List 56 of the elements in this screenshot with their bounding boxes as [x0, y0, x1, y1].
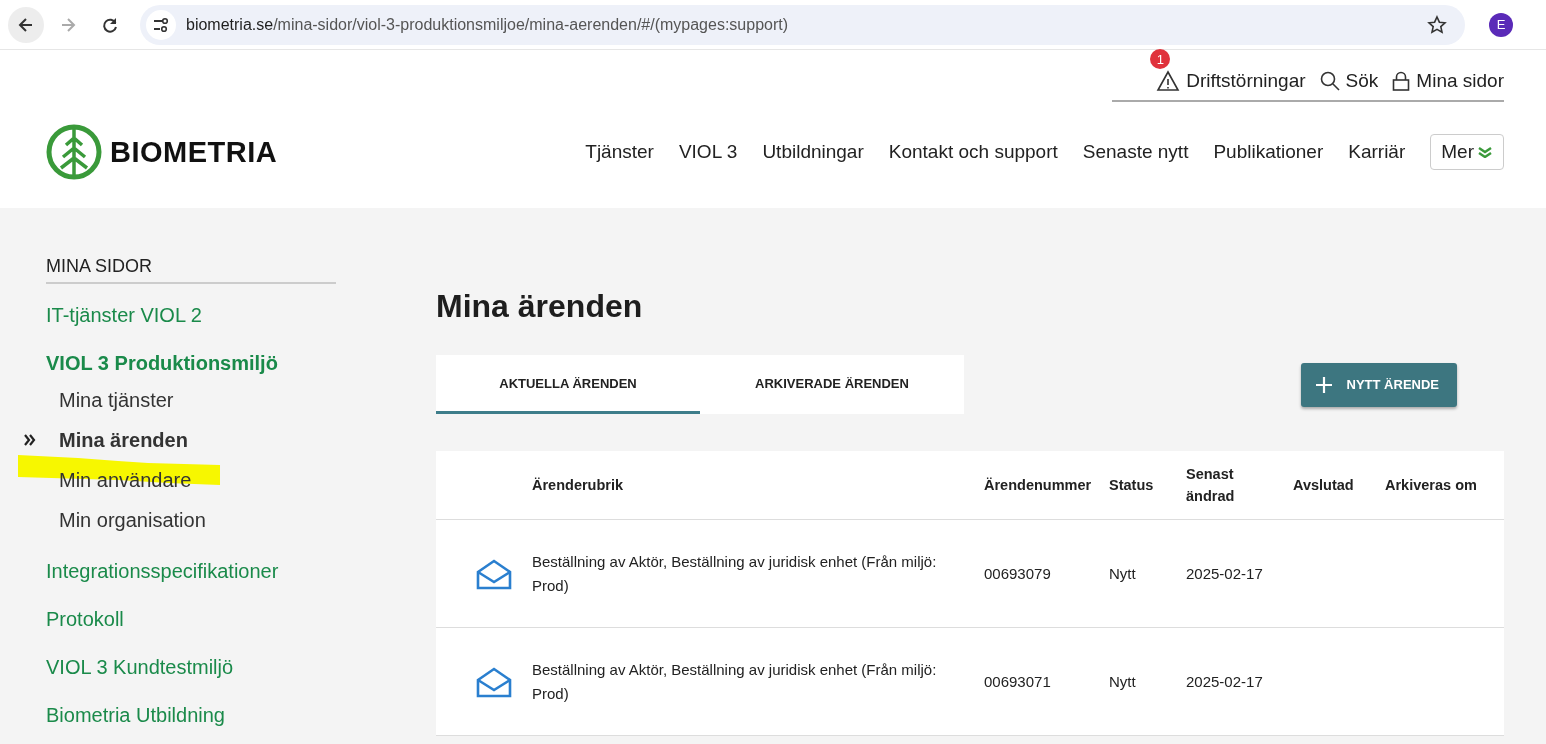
logo-wordmark[interactable]: BIOMETRIA	[110, 135, 278, 169]
back-button[interactable]	[8, 6, 44, 43]
table-cell-text: 2025-02-17	[1186, 563, 1264, 584]
table-cell-text: Nytt	[1109, 563, 1137, 584]
sidebar-link[interactable]: Biometria Utbildning	[46, 698, 336, 732]
table-cell-text: Nytt	[1109, 671, 1137, 692]
top-link[interactable]: Driftstörningar	[1156, 70, 1306, 92]
sidebar-link[interactable]: VIOL 3 Kundtestmiljö	[46, 650, 336, 684]
lock-icon	[1392, 71, 1411, 91]
column-header: Status	[1109, 476, 1155, 495]
warning-icon	[1156, 70, 1181, 92]
sidebar-subitem[interactable]: Mina tjänster	[59, 388, 174, 412]
profile-avatar[interactable]: E	[1489, 12, 1513, 37]
column-header: Ärendenummer	[984, 476, 1093, 495]
page-title: Mina ärenden	[436, 288, 644, 325]
site-settings-icon[interactable]	[146, 9, 176, 40]
nav-link[interactable]: Senaste nytt	[1082, 141, 1189, 163]
envelope-icon	[476, 665, 512, 698]
column-header: Ärenderubrik	[532, 476, 625, 495]
more-button[interactable]: Mer	[1430, 134, 1504, 170]
tree-logo-icon	[46, 124, 102, 180]
sidebar-subitem[interactable]: Mina ärenden	[59, 428, 188, 452]
new-case-button[interactable]: NYTT ÄRENDE	[1300, 362, 1457, 407]
column-header: Avslutad	[1293, 476, 1355, 495]
top-link[interactable]: Sök	[1319, 70, 1379, 92]
nav-link[interactable]: Kontakt och support	[888, 141, 1058, 163]
search-icon	[1319, 71, 1340, 91]
plus-icon	[1314, 375, 1333, 394]
double-chevron-icon	[1477, 146, 1493, 158]
table-cell-text: 2025-02-17	[1186, 671, 1264, 692]
notification-badge: 1	[1150, 49, 1171, 69]
sidebar-link[interactable]: IT-tjänster VIOL 2	[46, 298, 336, 332]
double-chevron-icon	[24, 433, 36, 447]
table-cell-text: Beställning av Aktör, Beställning av juridisk enhet (Från miljö: Prod)	[532, 551, 938, 596]
column-header: Arkiveras om	[1385, 476, 1478, 495]
sidebar-subitem[interactable]: Min organisation	[59, 508, 206, 532]
table-cell-text: Beställning av Aktör, Beställning av juridisk enhet (Från miljö: Prod)	[532, 659, 938, 704]
address-bar[interactable]: biometria.se/mina-sidor/viol-3-produktionsmiljoe/mina-aerenden/#/(mypages:support)	[140, 4, 1465, 45]
nav-link[interactable]: VIOL 3	[678, 141, 738, 163]
table-cell-text: 00693079	[984, 563, 1052, 584]
forward-arrow-icon	[61, 17, 76, 32]
sidebar-link[interactable]: Protokoll	[46, 602, 336, 636]
sidebar-link[interactable]: Integrationsspecifikationer	[46, 554, 336, 588]
table-cell-text: 00693071	[984, 671, 1052, 692]
sidebar-heading: MINA SIDOR	[46, 256, 336, 284]
column-header: Senast ändrad	[1186, 465, 1236, 506]
url-text: biometria.se/mina-sidor/viol-3-produktionsmiljoe/mina-aerenden/#/(mypages:support)	[186, 15, 790, 34]
sidebar-link[interactable]: VIOL 3 Produktionsmiljö	[46, 346, 336, 380]
top-link[interactable]: Mina sidor	[1392, 70, 1504, 92]
envelope-icon	[476, 557, 512, 590]
nav-link[interactable]: Utbildningar	[762, 141, 864, 163]
nav-link[interactable]: Karriär	[1348, 141, 1406, 163]
nav-link[interactable]: Tjänster	[585, 141, 654, 163]
nav-link[interactable]: Publikationer	[1213, 141, 1324, 163]
bookmark-star-icon[interactable]	[1427, 14, 1447, 35]
back-arrow-icon	[18, 17, 33, 32]
